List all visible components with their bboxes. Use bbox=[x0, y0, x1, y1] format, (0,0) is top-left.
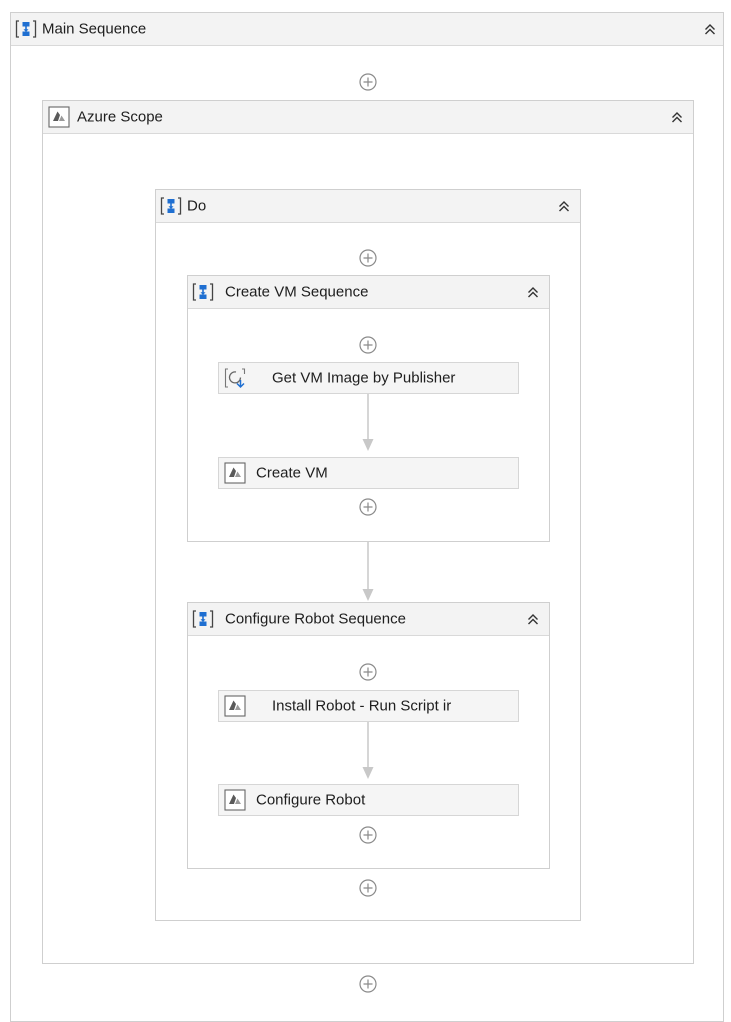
connector-arrow bbox=[362, 394, 374, 451]
main-sequence-title: Main Sequence bbox=[42, 20, 147, 38]
sequence-icon bbox=[160, 197, 182, 215]
collapse-chevron-icon[interactable] bbox=[526, 612, 540, 626]
azure-scope-header[interactable]: Azure Scope bbox=[43, 101, 693, 134]
add-activity-plus-icon[interactable] bbox=[358, 662, 378, 682]
sequence-icon bbox=[15, 20, 37, 38]
azure-configure-icon bbox=[224, 789, 246, 811]
connector-arrow bbox=[362, 722, 374, 779]
do-sequence-title: Do bbox=[187, 197, 207, 215]
get-vm-image-icon bbox=[224, 367, 246, 389]
activity-label: Get VM Image by Publisher bbox=[272, 369, 456, 387]
add-activity-plus-icon[interactable] bbox=[358, 497, 378, 517]
main-sequence-header[interactable]: Main Sequence bbox=[11, 13, 723, 46]
add-activity-plus-icon[interactable] bbox=[358, 72, 378, 92]
configure-robot-sequence-title: Configure Robot Sequence bbox=[225, 610, 406, 628]
collapse-chevron-icon[interactable] bbox=[703, 22, 717, 36]
activity-label: Configure Robot bbox=[256, 791, 366, 809]
add-activity-plus-icon[interactable] bbox=[358, 248, 378, 268]
add-activity-plus-icon[interactable] bbox=[358, 335, 378, 355]
add-activity-plus-icon[interactable] bbox=[358, 825, 378, 845]
azure-run-script-icon bbox=[224, 695, 246, 717]
activity-get-vm-image-by-publisher[interactable]: Get VM Image by Publisher bbox=[218, 362, 519, 394]
add-activity-plus-icon[interactable] bbox=[358, 974, 378, 994]
do-sequence-header[interactable]: Do bbox=[156, 190, 580, 223]
activity-configure-robot[interactable]: Configure Robot bbox=[218, 784, 519, 816]
create-vm-sequence-title: Create VM Sequence bbox=[225, 283, 369, 301]
collapse-chevron-icon[interactable] bbox=[526, 285, 540, 299]
add-activity-plus-icon[interactable] bbox=[358, 878, 378, 898]
sequence-icon bbox=[192, 283, 214, 301]
create-vm-sequence-header[interactable]: Create VM Sequence bbox=[188, 276, 549, 309]
connector-arrow bbox=[362, 542, 374, 601]
configure-robot-sequence-header[interactable]: Configure Robot Sequence bbox=[188, 603, 549, 636]
azure-create-icon bbox=[224, 462, 246, 484]
sequence-icon bbox=[192, 610, 214, 628]
azure-scope-title: Azure Scope bbox=[77, 108, 163, 126]
collapse-chevron-icon[interactable] bbox=[670, 110, 684, 124]
activity-install-robot-run-script[interactable]: Install Robot - Run Script ir bbox=[218, 690, 519, 722]
collapse-chevron-icon[interactable] bbox=[557, 199, 571, 213]
activity-create-vm[interactable]: Create VM bbox=[218, 457, 519, 489]
activity-label: Install Robot - Run Script ir bbox=[272, 697, 452, 715]
activity-label: Create VM bbox=[256, 464, 328, 482]
azure-scope-icon bbox=[48, 106, 70, 128]
